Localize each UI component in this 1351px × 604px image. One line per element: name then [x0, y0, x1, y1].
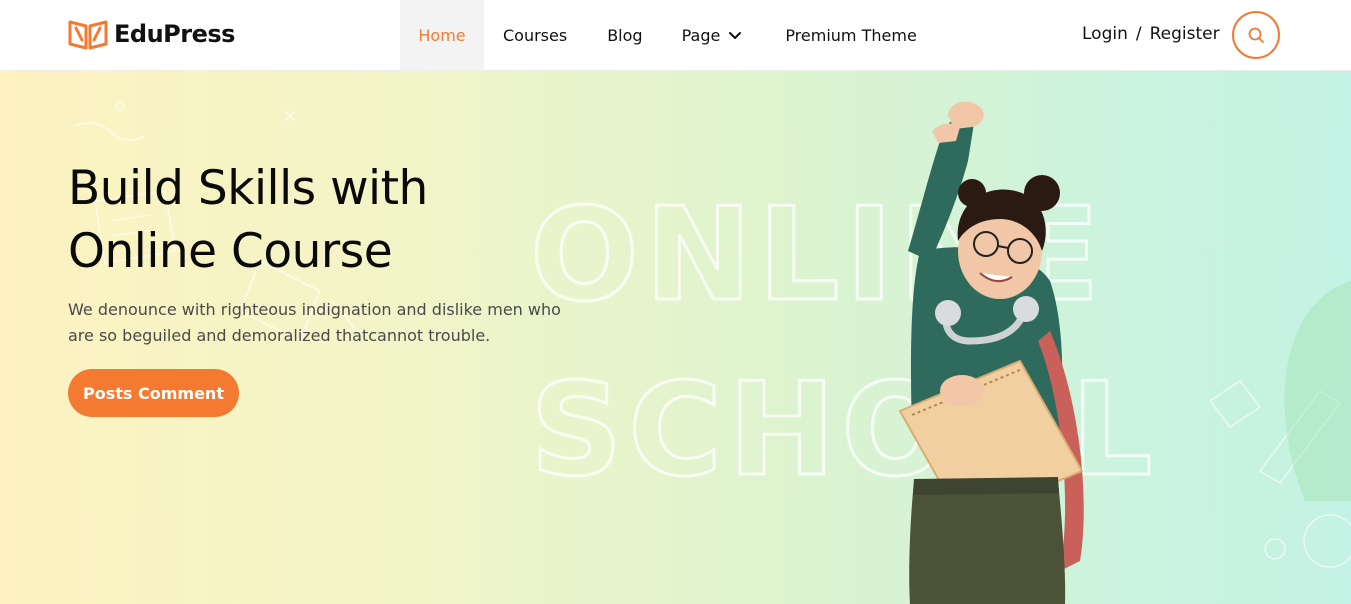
login-link[interactable]: Login: [1082, 24, 1128, 44]
search-button[interactable]: [1232, 11, 1280, 59]
hero-title-line2: Online Course: [68, 224, 393, 279]
hero-title: Build Skills with Online Course: [68, 157, 568, 283]
nav-item-label: Premium Theme: [785, 26, 917, 45]
chevron-down-icon: [729, 31, 742, 39]
hero-section: ONLINE SCHOOL Build Skills with Online C…: [0, 71, 1351, 604]
nav-item-premium-theme[interactable]: Premium Theme: [785, 0, 916, 71]
nav-item-label: Home: [418, 26, 466, 45]
register-link[interactable]: Register: [1150, 24, 1220, 44]
nav-item-courses[interactable]: Courses: [503, 0, 567, 71]
hero-description: We denounce with righteous indignation a…: [68, 300, 561, 345]
leaf-decoration: [1284, 281, 1351, 501]
nav-item-blog[interactable]: Blog: [607, 0, 642, 71]
student-image: [898, 101, 1084, 604]
nav-item-home[interactable]: Home: [400, 0, 484, 71]
nav-item-label: Page: [681, 26, 721, 45]
search-icon: [1248, 27, 1264, 43]
brand-name: EduPress: [114, 20, 235, 48]
auth-links: Login / Register: [1082, 24, 1220, 44]
main-nav: Home Courses Blog Page Premium Theme: [400, 0, 917, 71]
hero-title-line1: Build Skills with: [68, 161, 428, 216]
nav-item-page[interactable]: Page: [682, 0, 743, 71]
nav-item-label: Courses: [503, 26, 568, 45]
nav-item-label: Blog: [607, 26, 643, 45]
brand-logo[interactable]: EduPress: [68, 18, 235, 50]
posts-comment-button[interactable]: Posts Comment: [68, 369, 239, 417]
open-book-logo-icon: [68, 20, 108, 50]
auth-separator: /: [1135, 24, 1142, 44]
site-header: EduPress Home Courses Blog Page Premium …: [0, 0, 1351, 71]
